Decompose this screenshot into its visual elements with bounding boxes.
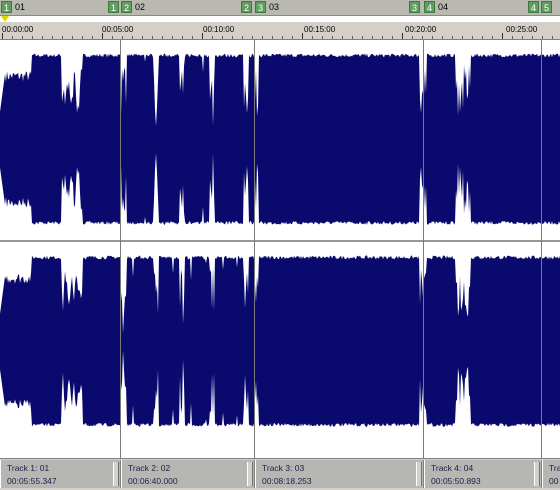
track-resize-handle[interactable] xyxy=(247,462,253,486)
timeline-ruler[interactable]: 00:00:00 00:05:00 00:10:00 00:15:00 00:2… xyxy=(0,22,560,40)
track-resize-handle[interactable] xyxy=(416,462,422,486)
track-item-2[interactable]: Track 2: 02 00:06:40.000 xyxy=(121,460,255,488)
track-name: Track 3: 03 xyxy=(262,463,305,473)
left-channel-waveform xyxy=(0,53,560,225)
ruler-label: 00:15:00 xyxy=(304,25,336,34)
marker-3-end[interactable]: 3 xyxy=(409,1,420,13)
ruler-label: 00:25:00 xyxy=(506,25,538,34)
track-resize-handle[interactable] xyxy=(534,462,540,486)
track-list: Track 1: 01 00:05:55.347 Track 2: 02 00:… xyxy=(0,458,560,490)
ruler-label: 00:10:00 xyxy=(203,25,235,34)
right-channel-waveform xyxy=(0,255,560,427)
track-length: 00:05:55.347 xyxy=(7,476,57,486)
track-resize-handle[interactable] xyxy=(113,462,119,486)
marker-label-04: 04 xyxy=(438,2,449,12)
marker-bar: 1 01 1 2 02 2 3 03 3 4 04 4 5 xyxy=(0,0,560,16)
track-length: 00:08:18.253 xyxy=(262,476,312,486)
ruler-label: 00:05:00 xyxy=(102,25,134,34)
marker-2-end[interactable]: 2 xyxy=(241,1,252,13)
ruler-label: 00:00:00 xyxy=(2,25,34,34)
track-length: 00:06:40.000 xyxy=(128,476,178,486)
track-name: Track 4: 04 xyxy=(431,463,474,473)
waveform-view[interactable] xyxy=(0,40,560,458)
marker-4-start[interactable]: 4 xyxy=(424,1,435,13)
track-item-1[interactable]: Track 1: 01 00:05:55.347 xyxy=(0,460,121,488)
marker-label-02: 02 xyxy=(135,2,146,12)
ruler-label: 00:20:00 xyxy=(405,25,437,34)
marker-5-start[interactable]: 5 xyxy=(541,1,552,13)
marker-1-end[interactable]: 1 xyxy=(108,1,119,13)
track-length: 00 xyxy=(549,476,559,486)
marker-3-start[interactable]: 3 xyxy=(255,1,266,13)
track-name: Track 2: 02 xyxy=(128,463,171,473)
track-item-5[interactable]: Tra 00 xyxy=(542,460,560,488)
track-name: Tra xyxy=(549,463,560,473)
marker-4-end[interactable]: 4 xyxy=(528,1,539,13)
track-length: 00:05:50.893 xyxy=(431,476,481,486)
marker-2-start[interactable]: 2 xyxy=(121,1,132,13)
track-item-3[interactable]: Track 3: 03 00:08:18.253 xyxy=(255,460,424,488)
track-name: Track 1: 01 xyxy=(7,463,50,473)
marker-1-start[interactable]: 1 xyxy=(1,1,12,13)
track-item-4[interactable]: Track 4: 04 00:05:50.893 xyxy=(424,460,542,488)
marker-label-01: 01 xyxy=(15,2,26,12)
marker-label-03: 03 xyxy=(269,2,280,12)
